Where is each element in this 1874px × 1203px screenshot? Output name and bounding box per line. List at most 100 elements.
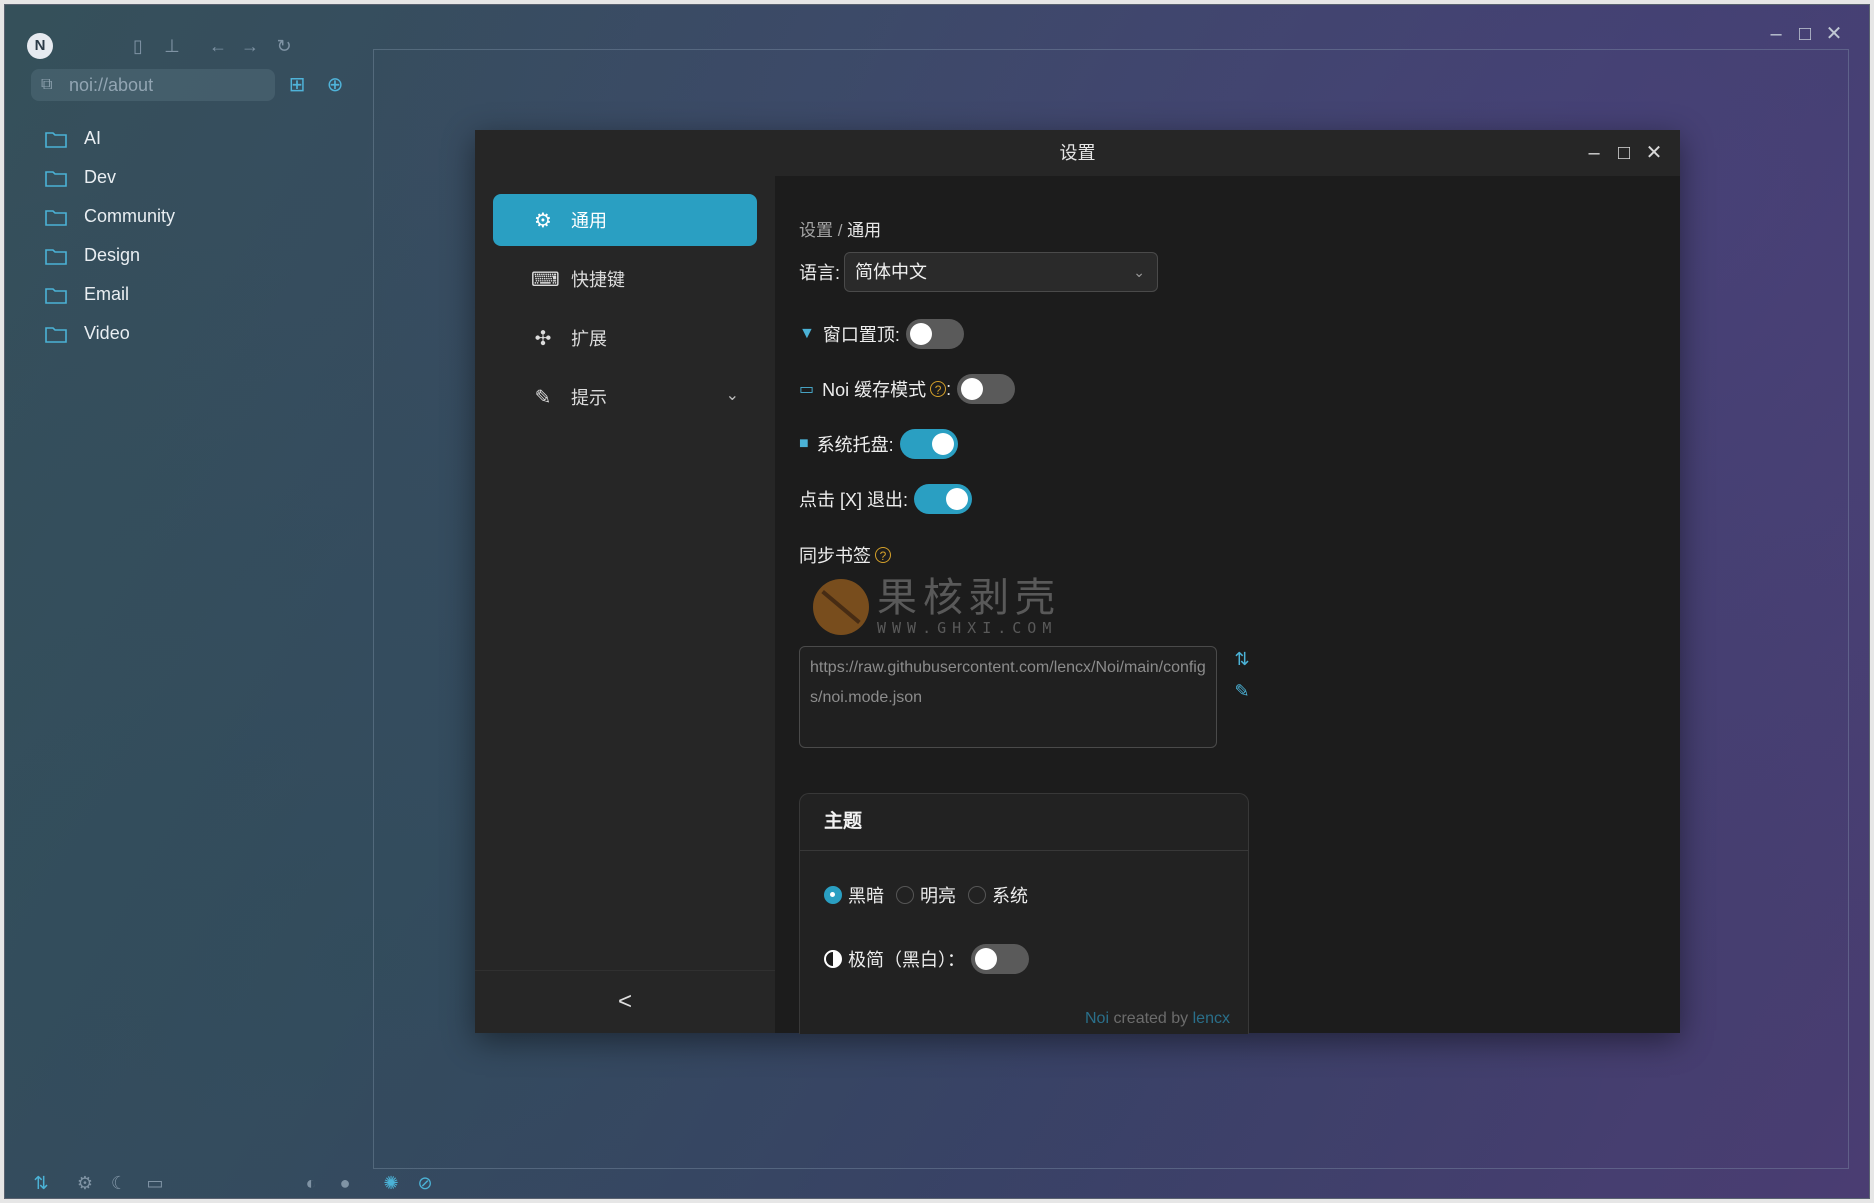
toggle-knob bbox=[909, 323, 932, 345]
folder-community[interactable]: Community bbox=[45, 197, 175, 236]
minimal-mode-row: 极简（黑白）： bbox=[824, 944, 1029, 974]
system-tray-label: 系统托盘: bbox=[816, 435, 894, 455]
forward-arrow-icon[interactable]: → bbox=[239, 35, 261, 57]
back-arrow-icon[interactable]: ← bbox=[207, 35, 229, 57]
folder-label: Design bbox=[84, 245, 141, 265]
folder-icon bbox=[45, 131, 67, 148]
folder-design[interactable]: Design bbox=[45, 236, 175, 275]
language-value: 简体中文 bbox=[855, 262, 928, 282]
help-icon[interactable]: ? bbox=[930, 381, 947, 397]
dialog-close-icon[interactable]: ✕ bbox=[1641, 140, 1667, 166]
folder-dev[interactable]: Dev bbox=[45, 158, 175, 197]
folder-label: Dev bbox=[84, 167, 117, 187]
nav-label: 通用 bbox=[571, 211, 607, 231]
system-tray-toggle[interactable] bbox=[899, 429, 958, 459]
moon-icon[interactable]: ☾ bbox=[107, 1171, 131, 1195]
folder-label: AI bbox=[84, 128, 102, 148]
dialog-minimize-icon[interactable]: – bbox=[1581, 140, 1607, 166]
help-icon[interactable]: ? bbox=[875, 547, 891, 563]
sync-bookmarks-url-input[interactable]: https://raw.githubusercontent.com/lencx/… bbox=[799, 646, 1217, 748]
toggle-knob bbox=[931, 433, 954, 455]
copy-icon[interactable]: ⧉ bbox=[41, 69, 52, 101]
always-on-top-label: 窗口置顶: bbox=[822, 325, 900, 345]
folder-label: Community bbox=[84, 206, 176, 226]
click-exit-toggle[interactable] bbox=[914, 484, 973, 514]
folder-icon bbox=[45, 170, 67, 187]
theme-option-system[interactable]: 系统 bbox=[968, 882, 1028, 908]
click-exit-row: 点击 [X] 退出: bbox=[799, 484, 973, 514]
minimal-mode-toggle[interactable] bbox=[971, 944, 1029, 974]
nav-item-extensions[interactable]: ✣ 扩展 bbox=[493, 312, 757, 364]
github-icon[interactable]: ● bbox=[333, 1171, 357, 1195]
edit-icon[interactable]: ✎ bbox=[1229, 678, 1255, 704]
app-minimize-icon[interactable]: – bbox=[1763, 21, 1789, 47]
app-maximize-icon[interactable]: □ bbox=[1792, 21, 1818, 47]
settings-icon[interactable]: ⚙ bbox=[73, 1171, 97, 1195]
url-text: noi://about bbox=[69, 75, 154, 95]
system-tray-row: ■ 系统托盘: bbox=[799, 429, 958, 459]
window-icon[interactable]: ▭ bbox=[143, 1171, 167, 1195]
credit-app-link[interactable]: Noi bbox=[1085, 1010, 1109, 1027]
watermark-logo-icon bbox=[813, 579, 869, 635]
folder-email[interactable]: Email bbox=[45, 275, 175, 314]
puzzle-icon: ✣ bbox=[534, 327, 552, 350]
reload-icon[interactable]: ↻ bbox=[273, 35, 295, 57]
noi-app-window: N ▯ ⊥ ← → ↻ ⧉ noi://about ⊞ ⊕ AI Dev Com… bbox=[4, 4, 1870, 1199]
noi-small-logo-icon[interactable]: ◐ bbox=[299, 1171, 323, 1195]
sidebar-toggle-icon[interactable]: ▯ bbox=[127, 35, 149, 57]
sync-icon[interactable]: ⇅ bbox=[1229, 646, 1255, 672]
sync-bookmarks-row: 同步书签 ? bbox=[799, 542, 891, 568]
theme-card: 主题 黑暗 明亮 系统 极简（黑白）： bbox=[799, 793, 1249, 1034]
folder-label: Video bbox=[84, 323, 130, 343]
sync-icon[interactable]: ⇅ bbox=[29, 1171, 53, 1195]
nav-item-shortcuts[interactable]: ⌨ 快捷键 bbox=[493, 253, 757, 305]
gear-icon: ⚙ bbox=[534, 209, 552, 232]
settings-dialog: 设置 – □ ✕ ⚙ 通用 ⌨ 快捷键 ✣ 扩展 ✎ 提示 ⌄ < 设置 / 通… bbox=[475, 130, 1680, 1034]
compass-icon[interactable]: ⊘ bbox=[413, 1171, 437, 1195]
minimal-mode-label: 极简（黑白）： bbox=[848, 950, 965, 970]
toggle-knob bbox=[946, 488, 969, 510]
url-bar[interactable]: ⧉ noi://about bbox=[31, 69, 275, 101]
brain-icon[interactable]: ✺ bbox=[379, 1171, 403, 1195]
watermark: 果核剥壳 WWW.GHXI.COM bbox=[813, 577, 1061, 637]
radio-label: 系统 bbox=[992, 886, 1028, 906]
breadcrumb-root[interactable]: 设置 bbox=[799, 221, 833, 240]
breadcrumb-separator: / bbox=[833, 221, 848, 240]
nav-label: 扩展 bbox=[571, 329, 607, 349]
folder-ai[interactable]: AI bbox=[45, 119, 175, 158]
watermark-en: WWW.GHXI.COM bbox=[877, 619, 1058, 637]
theme-option-light[interactable]: 明亮 bbox=[896, 882, 956, 908]
pin-icon[interactable]: ⊥ bbox=[161, 35, 183, 57]
credit-author-link[interactable]: lencx bbox=[1193, 1010, 1230, 1027]
cache-mode-label: Noi 缓存模式 bbox=[822, 380, 927, 400]
theme-option-dark[interactable]: 黑暗 bbox=[824, 882, 884, 908]
theme-title: 主题 bbox=[800, 794, 1248, 851]
sidebar-bottom-bar: ⇅ ⚙ ☾ ▭ ◐ ● bbox=[27, 1171, 357, 1197]
toggle-knob bbox=[975, 948, 997, 970]
noi-logo-icon[interactable]: N bbox=[27, 33, 53, 59]
language-select[interactable]: 简体中文 ⌄ bbox=[844, 252, 1159, 292]
sidebar-toolbar: N ▯ ⊥ ← → ↻ bbox=[27, 29, 367, 65]
keyboard-icon: ⌨ bbox=[531, 268, 560, 291]
chevron-down-icon: ⌄ bbox=[1133, 264, 1146, 280]
add-link-icon[interactable]: ⊕ bbox=[321, 69, 349, 101]
folder-label: Email bbox=[84, 284, 130, 304]
app-close-icon[interactable]: ✕ bbox=[1821, 21, 1847, 47]
folder-video[interactable]: Video bbox=[45, 314, 175, 353]
radio-label: 明亮 bbox=[920, 886, 956, 906]
credit-middle: created by bbox=[1109, 1010, 1193, 1027]
credit-line: Noi created by lencx bbox=[1085, 1010, 1230, 1028]
dialog-maximize-icon[interactable]: □ bbox=[1611, 140, 1637, 166]
always-on-top-toggle[interactable] bbox=[905, 319, 964, 349]
collapse-nav-button[interactable]: < bbox=[475, 970, 775, 1033]
settings-nav: ⚙ 通用 ⌨ 快捷键 ✣ 扩展 ✎ 提示 ⌄ < bbox=[475, 176, 775, 1033]
dialog-title: 设置 bbox=[475, 130, 1680, 176]
new-folder-icon[interactable]: ⊞ bbox=[283, 69, 311, 101]
folder-icon bbox=[45, 248, 67, 265]
nav-item-general[interactable]: ⚙ 通用 bbox=[493, 194, 757, 246]
always-on-top-row: ▼ 窗口置顶: bbox=[799, 319, 964, 349]
nav-label: 提示 bbox=[571, 388, 607, 408]
radio-dot bbox=[896, 886, 914, 904]
nav-item-prompts[interactable]: ✎ 提示 ⌄ bbox=[493, 371, 757, 423]
cache-mode-toggle[interactable] bbox=[957, 374, 1016, 404]
